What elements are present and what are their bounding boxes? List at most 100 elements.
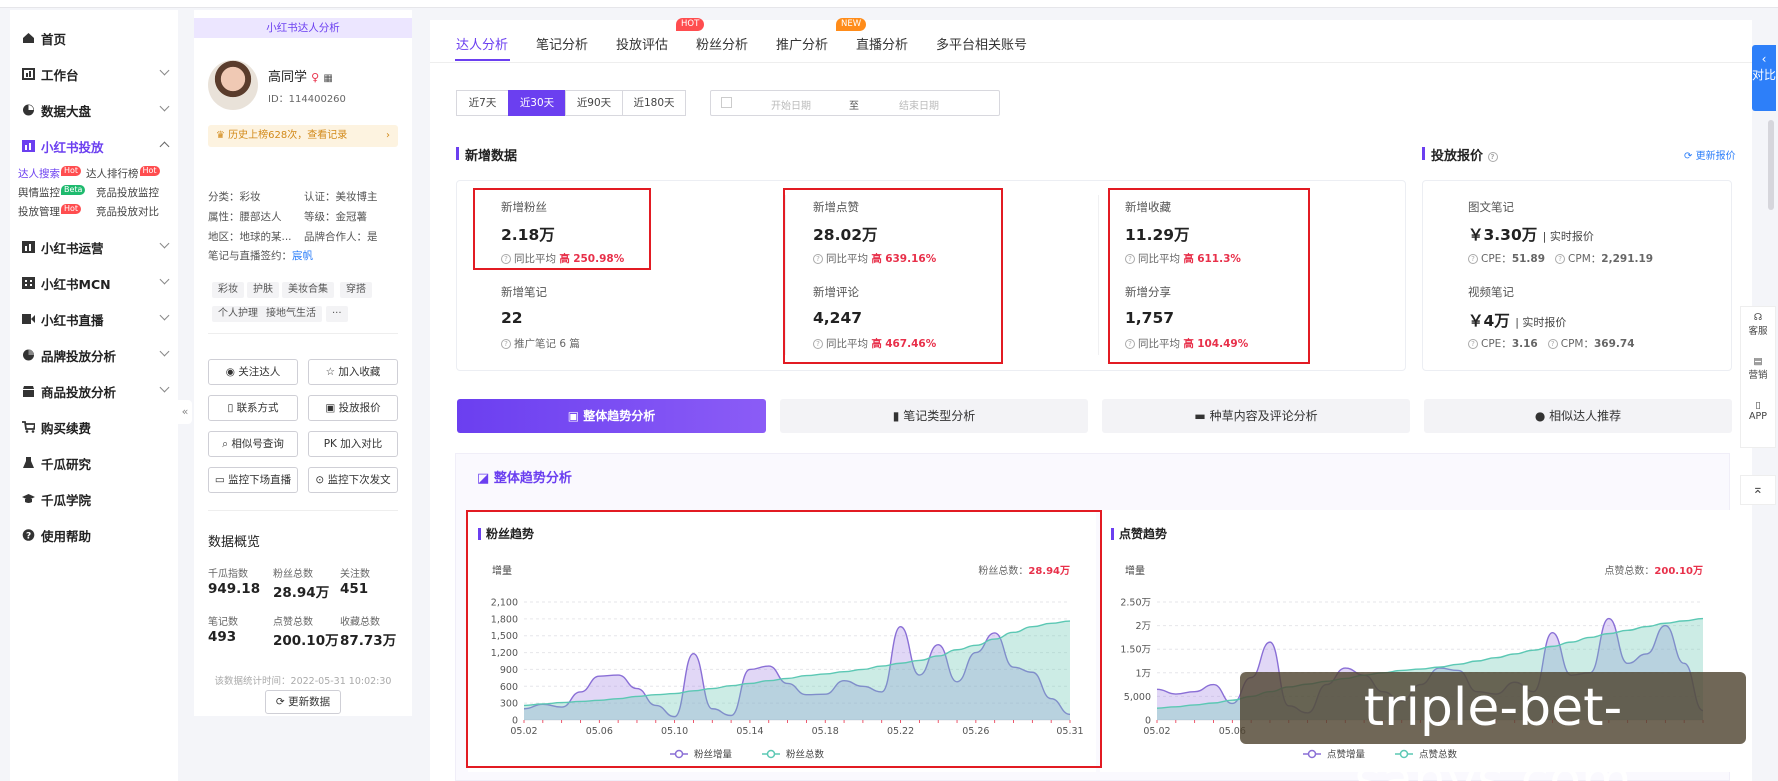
x-tick-label: 05.18: [812, 726, 839, 737]
y-tick-label: 2,100: [491, 598, 518, 609]
hot-tag: Hot: [61, 166, 82, 176]
sidebar-item-dashboard[interactable]: 数据大盘: [10, 92, 178, 128]
sidebar-item-label: 千瓜研究: [41, 456, 92, 472]
sidebar-sub-ads-manage[interactable]: 投放管理 Hot: [18, 204, 82, 219]
monitor-live-button[interactable]: ▭ 监控下场直播: [208, 467, 298, 493]
sidebar-item-product-analysis[interactable]: 商品投放分析: [10, 373, 178, 409]
sidebar-item-label: 小红书MCN: [41, 276, 111, 292]
sidebar-item-workbench[interactable]: 工作台: [10, 56, 178, 92]
divider: [208, 333, 398, 334]
end-date[interactable]: 结束日期: [899, 97, 939, 112]
stat-label: 新增笔记: [501, 285, 547, 299]
meta-signed: 笔记与直播签约：宸帆: [208, 250, 313, 262]
tab-note-type[interactable]: ▮ 笔记类型分析: [780, 399, 1088, 433]
sidebar-sub-kol-ranking[interactable]: 达人排行榜 Hot: [86, 166, 160, 181]
divider: [208, 510, 398, 511]
quote-button[interactable]: ▣ 投放报价: [308, 395, 398, 421]
similar-search-button[interactable]: ⌕ 相似号查询: [208, 431, 298, 457]
sidebar-sub-competitor-monitor[interactable]: 竞品投放监控: [96, 185, 159, 200]
app-button[interactable]: ▯ APP: [1740, 400, 1776, 440]
y-tick-label: 1,500: [491, 631, 518, 642]
trend-icon: ◪: [477, 471, 490, 486]
tab-fans-analysis[interactable]: 粉丝分析: [696, 34, 748, 53]
follow-button[interactable]: ◉ 关注达人: [208, 359, 298, 385]
phone-icon: ▯: [1755, 400, 1761, 411]
range-180d-button[interactable]: 近180天: [622, 90, 686, 116]
more-tags-chip[interactable]: ···: [326, 306, 348, 322]
x-tick-label: 05.22: [887, 726, 914, 737]
service-button[interactable]: ☊ 客服: [1740, 312, 1776, 352]
sidebar-item-xhs-live[interactable]: 小红书直播: [10, 301, 178, 337]
overview-value: 949.18: [208, 581, 261, 597]
chevron-down-icon: [159, 310, 170, 321]
chevron-down-icon: [159, 346, 170, 357]
compare-float-button[interactable]: ‹ 对比: [1752, 45, 1776, 111]
sidebar-sub-sentiment[interactable]: 舆情监控 Beta: [18, 185, 86, 200]
shop-icon: [22, 385, 35, 397]
sidebar-item-academy[interactable]: 千瓜学院: [10, 481, 178, 517]
start-date[interactable]: 开始日期: [771, 97, 811, 112]
sidebar-collapse-button[interactable]: «: [178, 400, 192, 424]
sidebar-item-label: 首页: [41, 31, 67, 47]
monitor-post-button[interactable]: ⊙ 监控下次发文: [308, 467, 398, 493]
sidebar-item-research[interactable]: 千瓜研究: [10, 445, 178, 481]
chevron-right-icon: ›: [386, 130, 390, 141]
meta-attr: 属性：腰部达人: [208, 211, 282, 223]
tab-multi-platform[interactable]: 多平台相关账号: [936, 34, 1027, 53]
tabs-divider: [430, 62, 1752, 63]
trend-title: ◪ 整体趋势分析: [477, 471, 572, 486]
quote-video-value: ￥4万 | 实时报价: [1468, 312, 1567, 330]
qrcode-icon[interactable]: ▦: [323, 73, 332, 84]
sidebar-item-help[interactable]: ? 使用帮助: [10, 517, 178, 553]
location-icon: ⊙: [315, 474, 325, 486]
tab-kol-analysis[interactable]: 达人分析: [456, 34, 508, 53]
y-tick-label: 0: [1145, 716, 1151, 727]
headset-icon: ☊: [1753, 312, 1763, 323]
favorite-button[interactable]: ☆ 加入收藏: [308, 359, 398, 385]
help-icon[interactable]: ?: [1487, 151, 1498, 162]
contact-button[interactable]: ▯ 联系方式: [208, 395, 298, 421]
sidebar-item-home[interactable]: 首页: [10, 20, 178, 56]
pie-icon: [22, 349, 35, 361]
tab-note-analysis[interactable]: 笔记分析: [536, 34, 588, 53]
pk-compare-button[interactable]: PK 加入对比: [308, 431, 398, 457]
marketing-button[interactable]: ▤ 营销: [1740, 356, 1776, 396]
sidebar-item-xhs-mcn[interactable]: 小红书MCN: [10, 265, 178, 301]
date-range-picker[interactable]: 开始日期 至 结束日期: [710, 90, 1000, 116]
history-ranking-link[interactable]: ♛ 历史上榜628次，查看记录 ›: [208, 125, 398, 147]
tab-overall-trend[interactable]: ▣ 整体趋势分析: [457, 399, 766, 433]
legend-marker: [1307, 749, 1317, 759]
scrollbar[interactable]: [1768, 120, 1774, 210]
highlight-box: [783, 188, 1003, 364]
comment-icon: ▬: [1194, 409, 1206, 423]
chart-bar-icon: [22, 140, 35, 152]
refresh-quote-link[interactable]: ⟳ 更新报价: [1684, 147, 1736, 162]
top-strip: [0, 0, 1778, 8]
range-7d-button[interactable]: 近7天: [456, 90, 509, 116]
tab-live-analysis[interactable]: 直播分析: [856, 34, 908, 53]
sidebar-item-xhs-ops[interactable]: 小红书运营: [10, 229, 178, 265]
back-to-top-button[interactable]: ⌅: [1740, 475, 1776, 505]
y-tick-label: 1万: [1135, 668, 1151, 679]
range-90d-button[interactable]: 近90天: [565, 90, 623, 116]
sidebar-sub-competitor-compare[interactable]: 竞品投放对比: [96, 204, 159, 219]
legend-marker: [766, 749, 776, 759]
tab-content-comments[interactable]: ▬ 种草内容及评论分析: [1102, 399, 1410, 433]
highlight-box: [1108, 188, 1310, 364]
tab-promo-analysis[interactable]: 推广分析: [776, 34, 828, 53]
signed-link[interactable]: 宸帆: [292, 250, 313, 262]
workbench-icon: [22, 68, 35, 80]
help-icon: ?: [22, 529, 35, 542]
y-tick-label: 600: [500, 682, 518, 693]
x-tick-label: 05.02: [510, 726, 537, 737]
sidebar-item-brand-analysis[interactable]: 品牌投放分析: [10, 337, 178, 373]
tab-similar-kol[interactable]: ● 相似达人推荐: [1424, 399, 1732, 433]
meta-cert: 认证：美妆博主: [304, 191, 378, 203]
range-30d-button[interactable]: 近30天: [508, 90, 566, 116]
refresh-data-button[interactable]: ⟳ 更新数据: [265, 690, 341, 714]
tab-ad-evaluation[interactable]: 投放评估: [616, 34, 668, 53]
sidebar-item-purchase[interactable]: 购买续费: [10, 409, 178, 445]
sidebar-item-xhs-ads[interactable]: 小红书投放: [10, 128, 178, 164]
sidebar-sub-kol-search[interactable]: 达人搜索 Hot: [18, 166, 82, 181]
tag-chip: 个人护理: [212, 306, 264, 322]
